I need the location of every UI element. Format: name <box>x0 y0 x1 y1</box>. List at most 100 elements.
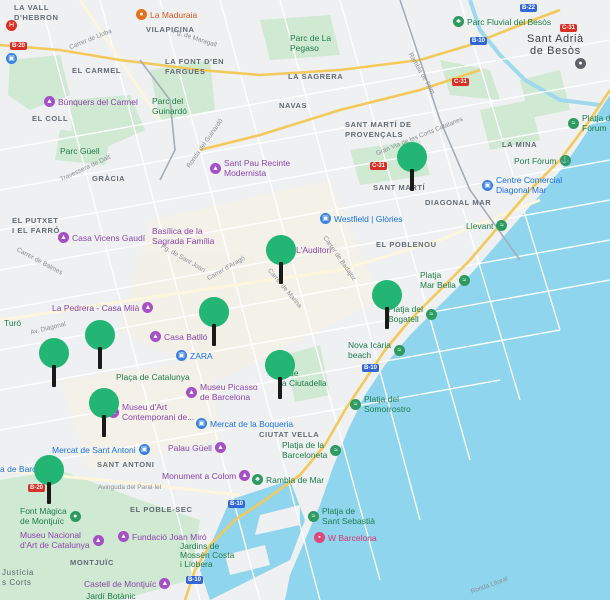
landmark-icon: ▲ <box>159 578 171 589</box>
label-montjuic: MONTJUÏC <box>70 558 114 567</box>
beach-icon: ≈ <box>308 510 319 522</box>
map-canvas[interactable]: LA VALL D'HEBRON VILAPICINA EL CARMEL LA… <box>0 0 610 600</box>
poi-placa-catalunya[interactable]: Plaça de Catalunya <box>116 372 190 382</box>
poi-parc-guell[interactable]: Parc Güell <box>60 146 100 156</box>
museum-icon: ▲ <box>92 534 104 546</box>
poi-platja-forum[interactable]: ≈Platja del Fòrum <box>568 113 610 133</box>
label-la-sagrera: LA SAGRERA <box>288 72 344 81</box>
park-icon: ♣ <box>453 16 464 27</box>
label-justicia: Justícia s Corts <box>2 568 34 587</box>
poi-port-forum[interactable]: Port Fòrum ⚓ <box>514 155 571 166</box>
poi-parc-del-guinardo[interactable]: Parc del Guinardó <box>152 96 187 116</box>
poi-parc-fluvial[interactable]: ♣ Parc Fluvial del Besòs <box>453 16 551 27</box>
misc-poi[interactable]: ● <box>575 58 586 69</box>
shopping-poi[interactable]: ▣ <box>6 53 17 64</box>
label-la-vall-dhebron: LA VALL D'HEBRON <box>14 3 59 22</box>
poi-centre-comercial[interactable]: ▣ Centre Comercial Diagonal Mar <box>482 175 562 195</box>
label-el-coll: EL COLL <box>32 114 69 123</box>
marker-3[interactable] <box>372 280 402 330</box>
marker-stem <box>47 482 51 504</box>
label-navas: NAVAS <box>279 101 308 110</box>
marker-head <box>372 280 402 310</box>
beach-icon: ≈ <box>330 444 342 456</box>
urban-area-eixample <box>120 180 380 380</box>
poi-parc-de-la-pegaso[interactable]: Parc de La Pegaso <box>290 33 350 53</box>
landmark-icon: ▲ <box>44 96 55 107</box>
map-base-layer <box>0 0 610 600</box>
poi-palau-guell[interactable]: Palau Güell ▲ <box>168 442 226 453</box>
label-sant-adria: Sant Adrià de Besòs <box>527 33 584 57</box>
shopping-icon: ▣ <box>482 179 493 191</box>
poi-somorrostro[interactable]: ≈ Platja del Somorrostro <box>350 394 411 414</box>
park-icon: ♣ <box>252 474 263 485</box>
hospital-poi[interactable]: H <box>6 20 17 31</box>
poi-llevant[interactable]: Llevant ≈ <box>466 220 508 231</box>
marker-stem <box>212 324 216 346</box>
poi-macba[interactable]: ▲Museu d'Art Contemporani de... <box>108 402 194 422</box>
place-icon: ● <box>575 58 586 69</box>
label-diagonal-mar: DIAGONAL MAR <box>425 198 492 207</box>
poi-sant-pau[interactable]: ▲ Sant Pau Recinte Modernista <box>210 158 290 178</box>
label-el-poble-sec: EL POBLE-SEC <box>130 505 193 514</box>
label-la-font-den-fargues: LA FONT D'EN FARGUES <box>165 57 225 76</box>
marker-stem <box>52 365 56 387</box>
beach-icon: ≈ <box>496 220 508 231</box>
poi-museu-picasso[interactable]: ▲ Museu Picasso de Barcelona <box>186 382 258 402</box>
poi-platja-barceloneta[interactable]: Platja de la Barceloneta ≈ <box>282 440 342 460</box>
poi-rambla-de-mar[interactable]: ♣ Rambla de Mar <box>252 474 324 485</box>
marker-head <box>266 235 296 265</box>
marker-head <box>265 350 295 380</box>
marker-head <box>199 297 229 327</box>
poi-castell[interactable]: Castell de Montjuïc ▲ <box>84 578 171 589</box>
marker-stem <box>98 347 102 369</box>
poi-mercat-boqueria[interactable]: ▣ Mercat de la Boqueria <box>196 418 293 429</box>
beach-icon: ≈ <box>568 117 579 129</box>
landmark-icon: ▲ <box>210 162 221 174</box>
poi-mercat-sant-antoni[interactable]: Mercat de Sant Antoni ▣ <box>52 444 150 455</box>
road-badge: B-10 <box>470 37 488 45</box>
poi-jardins[interactable]: Jardins de Mossèn Costa i Llobera <box>180 542 234 569</box>
poi-w-barcelona[interactable]: ▪ W Barcelona <box>314 532 377 543</box>
marker-stem <box>385 307 389 329</box>
poi-westfield[interactable]: ▣ Westfield | Glòries <box>320 213 403 224</box>
poi-jardi-botanic[interactable]: Jardí Botànic <box>86 591 136 600</box>
marker-6[interactable] <box>39 338 69 388</box>
marker-1[interactable] <box>397 142 427 192</box>
label-gracia: GRÀCIA <box>92 174 126 183</box>
poi-mnac[interactable]: Museu Nacional d'Art de Catalunya ▲ <box>20 530 104 550</box>
label-ciutat-vella: CIUTAT VELLA <box>259 430 320 439</box>
label-sant-marti-de-provencals: SANT MARTÍ DE PROVENÇALS <box>345 120 412 139</box>
poi-monument-colom[interactable]: Monument a Colom ▲ <box>162 470 251 481</box>
road-badge: C-31 <box>560 24 578 32</box>
poi-la-pedrera[interactable]: La Pedrera - Casa Milà ▲ <box>52 302 154 313</box>
poi-la-maduraia[interactable]: ● La Maduraia <box>136 9 197 20</box>
road-badge: B-10 <box>186 576 204 584</box>
label-el-carmel: EL CARMEL <box>72 66 122 75</box>
road-badge: B-22 <box>520 4 538 12</box>
marker-head <box>34 455 64 485</box>
marker-7[interactable] <box>265 350 295 400</box>
beach-icon: ≈ <box>350 398 361 410</box>
marker-4[interactable] <box>199 297 229 347</box>
marker-9[interactable] <box>34 455 64 505</box>
marker-8[interactable] <box>89 388 119 438</box>
poi-font-magica[interactable]: Font Màgica de Montjuïc ● <box>20 506 81 526</box>
marker-5[interactable] <box>85 320 115 370</box>
marker-stem <box>278 377 282 399</box>
poi-platja-mar-bella[interactable]: Platja Mar Bella ≈ <box>420 270 470 290</box>
fountain-icon: ● <box>69 510 81 522</box>
poi-sagrada-familia[interactable]: Basílica de la Sagrada Família <box>152 226 214 246</box>
poi-nova-icaria[interactable]: Nova Icària beach ≈ <box>348 340 405 360</box>
beach-icon: ≈ <box>425 308 437 320</box>
landmark-icon: ▲ <box>58 232 69 243</box>
poi-zara[interactable]: ▣ ZARA <box>176 350 213 361</box>
road-badge: C-31 <box>452 78 470 86</box>
poi-bunquers-del-carmel[interactable]: ▲ Búnquers del Carmel <box>44 96 138 107</box>
market-icon: ▣ <box>196 418 207 429</box>
label-el-poblenou: EL POBLENOU <box>376 240 437 249</box>
road-badge: B-10 <box>228 500 246 508</box>
poi-turo[interactable]: Turó <box>4 318 21 328</box>
poi-casa-vicens[interactable]: ▲ Casa Vicens Gaudí <box>58 232 145 243</box>
marker-2[interactable] <box>266 235 296 285</box>
poi-platja-sant-sebastia[interactable]: ≈ Platja de Sant Sebastià <box>308 506 375 526</box>
